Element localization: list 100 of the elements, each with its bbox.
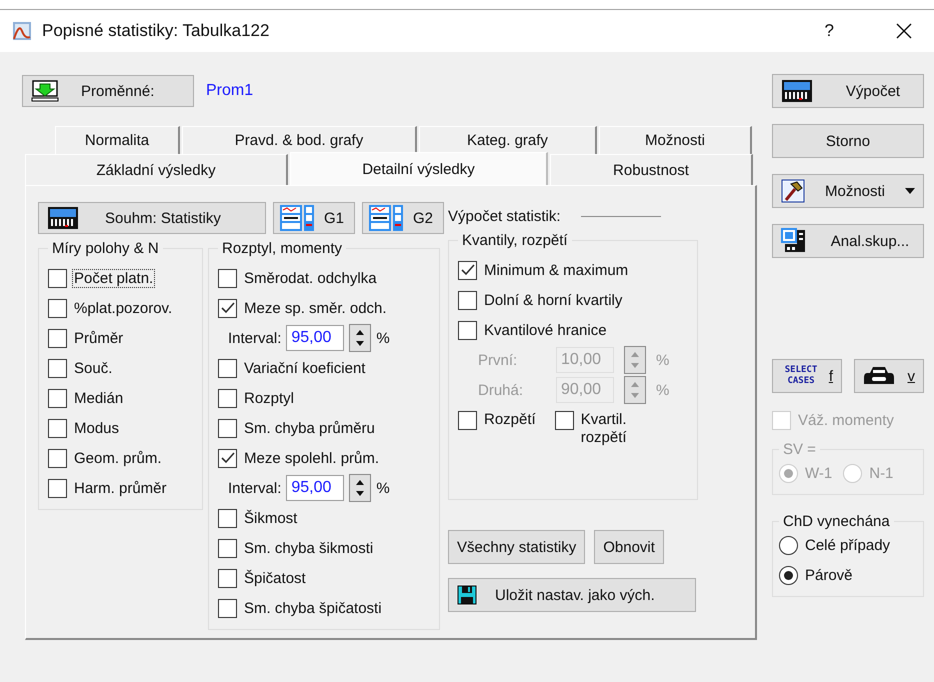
checkbox[interactable] — [218, 418, 237, 438]
compute-button[interactable]: Výpočet — [772, 74, 924, 108]
unit-label: % — [656, 382, 670, 398]
unit-label: % — [376, 330, 390, 346]
table-icon — [781, 228, 807, 254]
input-field[interactable]: 95,00 — [286, 475, 344, 501]
checkbox-label[interactable]: Medián — [73, 390, 124, 406]
spin-button[interactable] — [349, 474, 372, 502]
hammer-icon — [781, 179, 805, 203]
variable-name: Prom1 — [206, 82, 254, 100]
checkbox-label[interactable]: Směrodat. odchylka — [243, 270, 378, 286]
checkbox-label[interactable]: Geom. prům. — [73, 450, 163, 466]
checkbox[interactable] — [218, 508, 237, 528]
checkbox-label[interactable]: Šikmost — [243, 510, 298, 526]
chart-icon — [12, 21, 32, 41]
variables-button[interactable]: Proměnné: — [22, 75, 194, 107]
checkbox-label[interactable]: Minimum & maximum — [483, 262, 630, 278]
checkbox[interactable] — [458, 411, 477, 430]
checkbox[interactable] — [48, 298, 67, 318]
checkbox-label[interactable]: Sm. chyba průměru — [243, 420, 376, 436]
options-menu-button[interactable]: Možnosti — [772, 174, 924, 208]
graph-button[interactable]: G2 — [362, 202, 444, 234]
group-title: Kvantily, rozpětí — [461, 232, 569, 249]
weight-button[interactable]: v — [854, 359, 924, 393]
checkbox[interactable] — [48, 418, 67, 438]
action-button[interactable]: Obnovit — [594, 530, 664, 564]
tab[interactable]: Možnosti — [599, 126, 752, 154]
radio-button[interactable] — [779, 536, 798, 554]
checkbox[interactable] — [48, 358, 67, 378]
checkbox[interactable] — [458, 260, 477, 280]
summary-button[interactable]: Souhm: Statistiky — [38, 202, 266, 234]
checkbox-label[interactable]: Sm. chyba šikmosti — [243, 540, 374, 556]
checkbox-label[interactable]: Rozptyl — [243, 390, 296, 406]
floppy-icon — [457, 585, 477, 605]
checkbox-label[interactable]: Variační koeficient — [243, 360, 366, 376]
checkbox-label[interactable]: Meze sp. směr. odch. — [243, 300, 388, 316]
checkbox-label[interactable]: Meze spolehl. prům. — [243, 450, 380, 466]
select-cases-button[interactable]: SELECT CASES f — [772, 359, 842, 393]
checkbox[interactable] — [48, 478, 67, 498]
checkbox[interactable] — [458, 320, 477, 340]
checkbox[interactable] — [218, 268, 237, 288]
checkbox[interactable] — [48, 328, 67, 348]
checkbox-label[interactable]: Souč. — [73, 360, 114, 376]
checkbox[interactable] — [218, 298, 237, 318]
checkbox-label[interactable]: Kvartil. rozpětí — [580, 411, 662, 447]
checkbox-label[interactable]: %plat.pozorov. — [73, 300, 174, 316]
graph-icon — [280, 205, 314, 231]
checkbox-label[interactable]: Počet platn. — [73, 270, 154, 286]
checkbox[interactable] — [218, 358, 237, 378]
spin-label: Interval: — [228, 480, 282, 496]
close-icon[interactable] — [896, 23, 912, 39]
checkbox[interactable] — [48, 268, 67, 288]
graph-button[interactable]: G1 — [273, 202, 355, 234]
checkbox-label[interactable]: Kvantilové hranice — [483, 322, 608, 338]
graph-icon — [369, 205, 403, 231]
radio-label[interactable]: Celé případy — [804, 536, 892, 554]
spin-label: První: — [478, 352, 518, 368]
weight-icon — [863, 366, 895, 386]
cancel-button[interactable]: Storno — [772, 124, 924, 158]
checkbox-label[interactable]: Sm. chyba špičatosti — [243, 600, 383, 616]
unit-label: % — [376, 480, 390, 496]
group-title: SV = — [782, 441, 817, 458]
tab[interactable]: Detailní výsledky — [290, 152, 548, 185]
checkbox-label[interactable]: Dolní & horní kvartily — [483, 292, 624, 308]
group-analysis-button[interactable]: Anal.skup... — [772, 224, 924, 258]
spin-button[interactable] — [349, 324, 372, 352]
checkbox-label[interactable]: Rozpětí — [483, 411, 537, 428]
radio-button[interactable] — [779, 566, 798, 584]
tab[interactable]: Základní výsledky — [25, 154, 288, 185]
checkbox[interactable] — [218, 448, 237, 468]
tab[interactable]: Normalita — [55, 126, 180, 154]
calculator-icon — [781, 79, 813, 103]
checkbox-label[interactable]: Průměr — [73, 330, 124, 346]
checkbox-label[interactable]: Modus — [73, 420, 120, 436]
checkbox[interactable] — [48, 388, 67, 408]
checkbox[interactable] — [554, 411, 574, 430]
tab[interactable]: Robustnost — [550, 154, 753, 185]
action-button[interactable]: Všechny statistiky — [448, 530, 586, 564]
spin-label: Interval: — [228, 330, 282, 346]
checkbox[interactable] — [218, 388, 237, 408]
group-title: Rozptyl, momenty — [221, 240, 344, 257]
checkbox[interactable] — [458, 290, 477, 310]
group-title: ChD vynechána — [782, 513, 891, 530]
checkbox[interactable] — [48, 448, 67, 468]
checkbox-label[interactable]: Harm. průměr — [73, 480, 168, 496]
window-title: Popisné statistiky: Tabulka122 — [42, 21, 270, 41]
save-defaults-button[interactable]: Uložit nastav. jako vých. — [448, 578, 696, 612]
radio-label[interactable]: Párově — [804, 566, 854, 584]
unit-label: % — [656, 352, 670, 368]
variables-icon — [31, 80, 59, 102]
help-button[interactable]: ? — [824, 21, 834, 41]
tab[interactable]: Kateg. grafy — [419, 126, 597, 154]
input-field[interactable]: 95,00 — [286, 325, 344, 351]
checkbox-label[interactable]: Špičatost — [243, 570, 307, 586]
checkbox[interactable] — [218, 568, 237, 588]
checkbox[interactable] — [218, 598, 237, 618]
calculator-icon — [47, 206, 79, 230]
caret-icon — [905, 188, 915, 194]
checkbox[interactable] — [218, 538, 237, 558]
tab[interactable]: Pravd. & bod. grafy — [182, 126, 417, 154]
